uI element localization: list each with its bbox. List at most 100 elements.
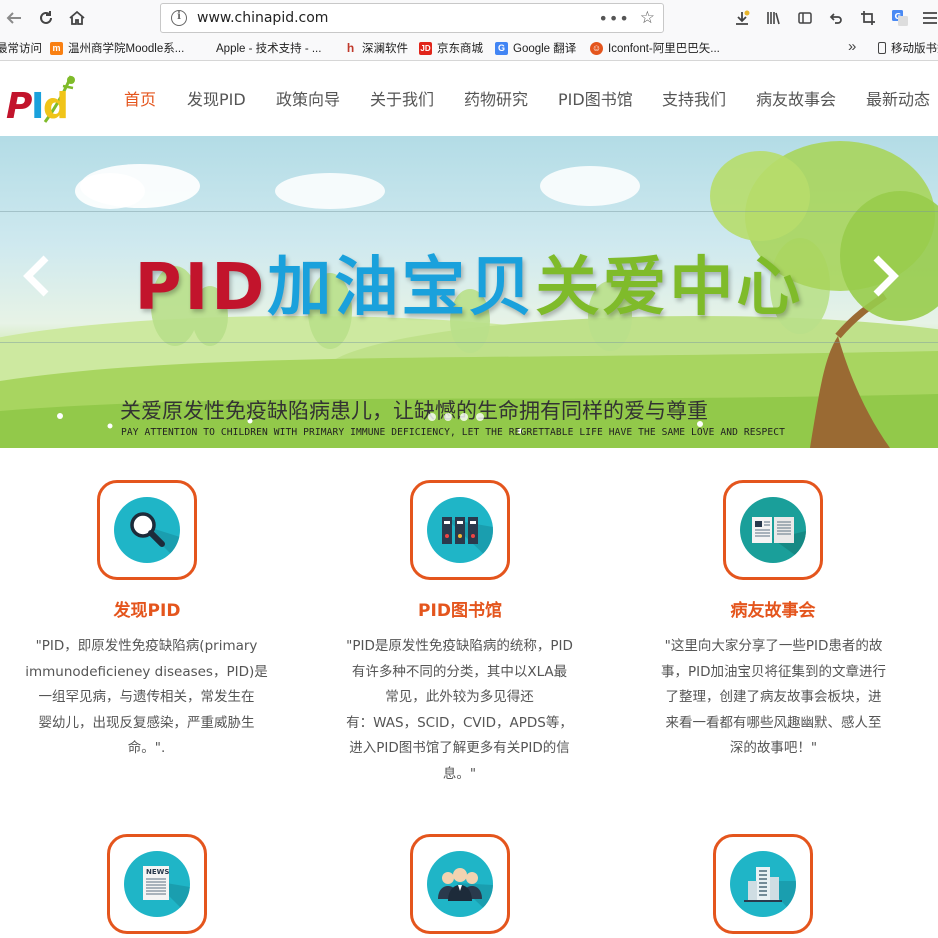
description-line: "PID是原发性免疫缺陷病的统称，PID: [346, 638, 573, 654]
banner-guide-line: [0, 342, 938, 343]
bookmarks-overflow-chevron-icon[interactable]: »: [848, 38, 856, 55]
hero-banner-carousel[interactable]: PID加油宝贝关爱中心 关爱原发性免疫缺陷病患儿，让缺憾的生命拥有同样的爱与尊重…: [0, 136, 938, 448]
description-line: 常见，此外较为多见得还: [385, 689, 534, 705]
reload-icon[interactable]: [34, 6, 58, 30]
carousel-dot[interactable]: [444, 413, 452, 421]
bookmark-label: 京东商城: [437, 43, 483, 55]
feature-title[interactable]: PID图书馆: [310, 596, 610, 621]
apple-icon: [198, 42, 211, 55]
carousel-dot[interactable]: [428, 413, 436, 421]
binders-icon: [427, 497, 493, 563]
bookmark-item[interactable]: 移动版书签: [878, 40, 938, 56]
feature-title[interactable]: 病友故事会: [623, 596, 923, 621]
home-icon[interactable]: [65, 6, 89, 30]
address-bar[interactable]: i www.chinapid.com ••• ☆: [160, 3, 664, 33]
bookmark-item[interactable]: ☺ Iconfont-阿里巴巴矢...: [590, 40, 720, 56]
latest-news-icon-frame[interactable]: [713, 834, 813, 934]
support-us-icon-frame[interactable]: [410, 834, 510, 934]
download-icon[interactable]: [732, 8, 752, 28]
overflow-menu-icon[interactable]: [920, 8, 938, 28]
mobile-bookmarks-icon: [878, 42, 886, 54]
bookmark-label: 移动版书签: [891, 43, 938, 55]
nav-item-drug-research[interactable]: 药物研究: [464, 86, 528, 110]
carousel-next-arrow-icon[interactable]: [870, 254, 900, 298]
site-header: P I d 首页 发现PID 政策向导 关于我们 药物研究 PID图书馆 支持我…: [0, 62, 938, 136]
news-icon-frame[interactable]: NEWS: [107, 834, 207, 934]
feature-description: "PID，即原发性免疫缺陷病(primary immunodeficieney …: [0, 634, 293, 762]
svg-text:NEWS: NEWS: [146, 868, 169, 876]
discover-pid-icon-frame[interactable]: [97, 480, 197, 580]
iconfont-icon: ☺: [590, 41, 603, 55]
banner-title-pid: PID: [134, 251, 268, 325]
nav-item-policy-guide[interactable]: 政策向导: [276, 86, 340, 110]
back-arrow-icon[interactable]: [2, 6, 26, 30]
page-actions-icon[interactable]: •••: [598, 9, 629, 28]
patient-stories-icon-frame[interactable]: [723, 480, 823, 580]
description-line: 有许多种不同的分类，其中以XLA最: [351, 663, 568, 680]
description-line: "PID，即原发性免疫缺陷病(primary: [35, 638, 258, 654]
feature-description: "PID是原发性免疫缺陷病的统称，PID 有许多种不同的分类，其中以XLA最 常…: [318, 634, 601, 787]
browser-toolbar: i www.chinapid.com ••• ☆ G: [0, 0, 938, 36]
nav-item-support-us[interactable]: 支持我们: [662, 86, 726, 110]
bookmark-item[interactable]: Apple - 技术支持 - ...: [198, 40, 321, 56]
description-line: immunodeficieney diseases，PID)是: [25, 663, 268, 680]
pid-logo[interactable]: P I d: [5, 74, 79, 126]
description-line: 息。": [442, 765, 477, 782]
bookmark-item[interactable]: G Google 翻译: [495, 40, 576, 56]
banner-title: PID加油宝贝关爱中心: [0, 236, 938, 328]
description-line: 一组罕见病，与遗传相关，常发生在: [38, 689, 255, 705]
bookmark-label: 最常访问: [0, 43, 42, 55]
google-translate-icon: G: [495, 41, 508, 55]
banner-title-green: 关爱中心: [535, 251, 804, 325]
description-line: 事，PID加油宝贝将征集到的文章进行: [660, 663, 887, 680]
bookmark-label: Google 翻译: [513, 43, 577, 55]
bookmark-item[interactable]: m 温州商学院Moodle系...: [50, 40, 184, 56]
nav-item-pid-library[interactable]: PID图书馆: [558, 86, 633, 110]
bookmark-label: Apple - 技术支持 - ...: [216, 43, 322, 55]
description-line: 婴幼儿，出现反复感染，严重威胁生: [38, 714, 255, 731]
feature-title[interactable]: 发现PID: [0, 596, 297, 621]
nav-item-discover-pid[interactable]: 发现PID: [187, 86, 246, 110]
description-line: "这里向大家分享了一些PID患者的故: [664, 638, 883, 654]
carousel-prev-arrow-icon[interactable]: [22, 254, 52, 298]
bookmark-label: 深澜软件: [362, 43, 408, 55]
bookmark-label: Iconfont-阿里巴巴矢...: [608, 43, 720, 55]
pid-library-icon-frame[interactable]: [410, 480, 510, 580]
carousel-dot[interactable]: [476, 413, 484, 421]
nav-item-latest-news[interactable]: 最新动态: [866, 86, 930, 110]
jd-icon: JD: [419, 41, 432, 55]
svg-text:P: P: [6, 86, 32, 126]
banner-guide-line: [0, 211, 938, 212]
bookmark-star-icon[interactable]: ☆: [640, 8, 655, 28]
undo-icon[interactable]: [826, 8, 846, 28]
description-line: 来看一看都有哪些风趣幽默、感人至: [665, 714, 882, 731]
sidebar-icon[interactable]: [795, 8, 815, 28]
banner-subtitle-english: PAY ATTENTION TO CHILDREN WITH PRIMARY I…: [121, 427, 785, 438]
bookmark-item[interactable]: 最常访问: [0, 40, 42, 56]
bookmark-item[interactable]: h 深澜软件: [344, 40, 408, 56]
nav-item-about-us[interactable]: 关于我们: [370, 86, 434, 110]
moodle-icon: m: [50, 41, 63, 55]
library-icon[interactable]: [764, 8, 784, 28]
banner-subtitle: 关爱原发性免疫缺陷病患儿，让缺憾的生命拥有同样的爱与尊重: [120, 399, 708, 423]
feature-description: "这里向大家分享了一些PID患者的故 事，PID加油宝贝将征集到的文章进行 了整…: [631, 634, 916, 762]
translate-icon[interactable]: G: [890, 8, 910, 28]
people-group-icon: [427, 851, 493, 917]
building-icon: [730, 851, 796, 917]
description-line: 命。".: [127, 740, 166, 756]
magnifier-icon: [114, 497, 180, 563]
bookmarks-bar: 最常访问 m 温州商学院Moodle系... Apple - 技术支持 - ..…: [0, 36, 938, 61]
svg-text:d: d: [43, 86, 69, 126]
url-text[interactable]: www.chinapid.com: [197, 10, 598, 26]
description-line: 有：WAS，SCID，CVID，APDS等，: [346, 714, 573, 731]
srun-icon: h: [346, 40, 355, 55]
newspaper-icon: NEWS: [124, 851, 190, 917]
crop-icon[interactable]: [858, 8, 878, 28]
bookmark-item[interactable]: JD 京东商城: [419, 40, 483, 56]
nav-item-patient-stories[interactable]: 病友故事会: [756, 86, 836, 110]
carousel-dot[interactable]: [460, 413, 468, 421]
nav-item-home[interactable]: 首页: [124, 86, 156, 110]
banner-title-blue: 加油宝贝: [267, 251, 536, 325]
bookmark-label: 温州商学院Moodle系...: [68, 43, 185, 55]
site-info-icon[interactable]: i: [171, 10, 187, 26]
